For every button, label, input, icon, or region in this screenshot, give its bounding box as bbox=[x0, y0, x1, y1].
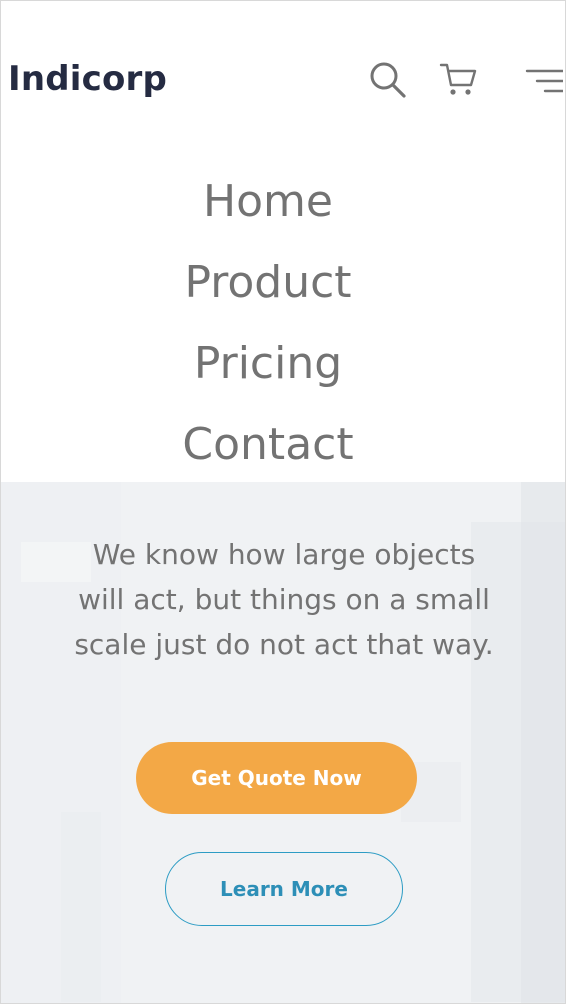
cart-icon[interactable] bbox=[438, 59, 480, 101]
hamburger-menu-icon[interactable] bbox=[521, 59, 563, 101]
learn-more-button[interactable]: Learn More bbox=[165, 852, 403, 926]
nav-item-home[interactable]: Home bbox=[1, 161, 535, 242]
search-icon[interactable] bbox=[367, 59, 409, 101]
hero-section: We know how large objects will act, but … bbox=[1, 482, 565, 1003]
brand-logo[interactable]: Indicorp bbox=[8, 59, 167, 99]
site-header: Indicorp bbox=[1, 1, 565, 151]
nav-item-product[interactable]: Product bbox=[1, 242, 535, 323]
nav-item-contact[interactable]: Contact bbox=[1, 404, 535, 485]
nav-item-pricing[interactable]: Pricing bbox=[1, 323, 535, 404]
hero-description: We know how large objects will act, but … bbox=[74, 538, 494, 661]
get-quote-button[interactable]: Get Quote Now bbox=[136, 742, 417, 814]
page-frame: Indicorp Home Product Pricing Contact We… bbox=[0, 0, 566, 1004]
mobile-nav-menu: Home Product Pricing Contact bbox=[1, 161, 535, 485]
